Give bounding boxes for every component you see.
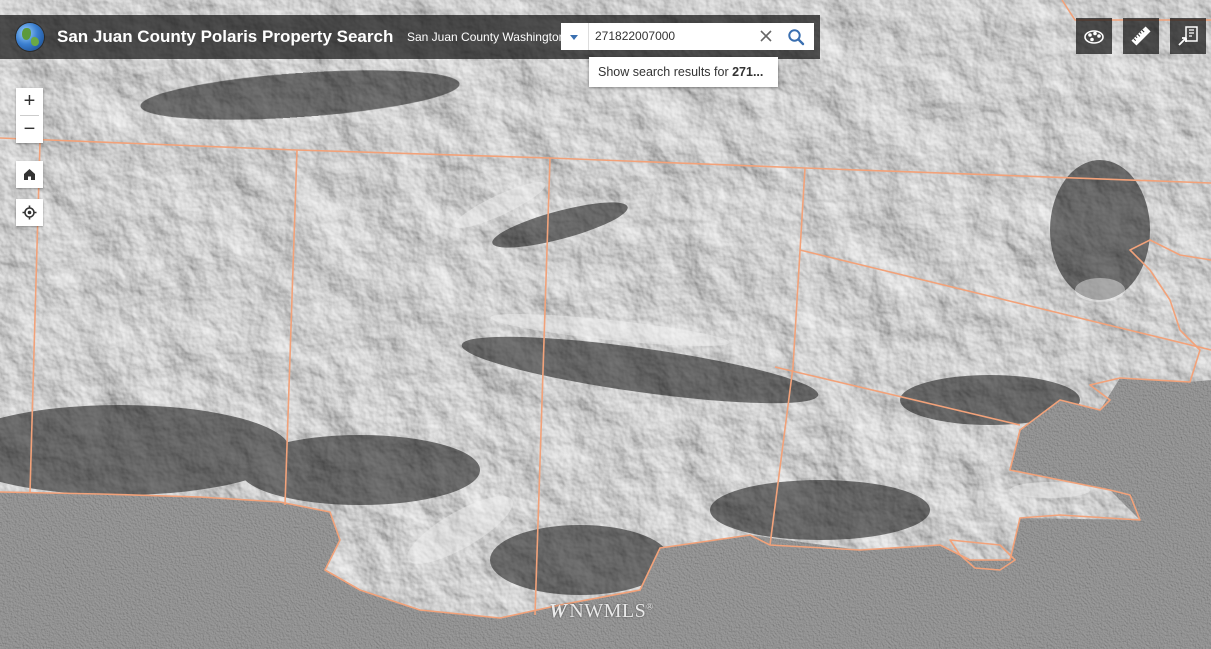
app-title: San Juan County Polaris Property Search: [57, 27, 394, 46]
home-button[interactable]: [16, 161, 43, 188]
search-suggestion[interactable]: Show search results for 271...: [589, 57, 778, 87]
search-source-dropdown[interactable]: [561, 23, 589, 50]
basemap-gallery-icon: [1084, 30, 1104, 44]
map-canvas[interactable]: [0, 0, 1211, 649]
nwmls-watermark: W NWMLS®: [549, 600, 654, 623]
basemap-gallery-button[interactable]: [1076, 18, 1112, 54]
search-box: [561, 23, 814, 50]
home-icon: [24, 169, 35, 180]
watermark-symbol: ®: [646, 601, 654, 612]
search-icon[interactable]: [785, 26, 807, 48]
chevron-down-icon: [570, 35, 578, 40]
layers-button[interactable]: [1170, 18, 1206, 54]
app-subtitle: San Juan County Washington: [407, 30, 566, 44]
watermark-mark: W: [549, 600, 568, 622]
suggestion-term: 271...: [732, 65, 764, 79]
search-input[interactable]: [595, 26, 745, 46]
globe-logo-icon: [16, 23, 44, 51]
close-icon[interactable]: [757, 27, 775, 45]
measure-button[interactable]: [1123, 18, 1159, 54]
zoom-in-button[interactable]: +: [16, 88, 43, 115]
zoom-control: + −: [16, 88, 43, 143]
zoom-out-button[interactable]: −: [16, 116, 43, 143]
layers-icon: [1178, 26, 1198, 46]
ruler-icon: [1131, 26, 1151, 46]
app-header: San Juan County Polaris Property Search …: [0, 15, 820, 59]
locate-button[interactable]: [16, 199, 43, 226]
locate-icon: [22, 205, 37, 220]
suggestion-prefix: Show search results for: [598, 65, 733, 79]
watermark-text: NWMLS: [569, 600, 647, 622]
